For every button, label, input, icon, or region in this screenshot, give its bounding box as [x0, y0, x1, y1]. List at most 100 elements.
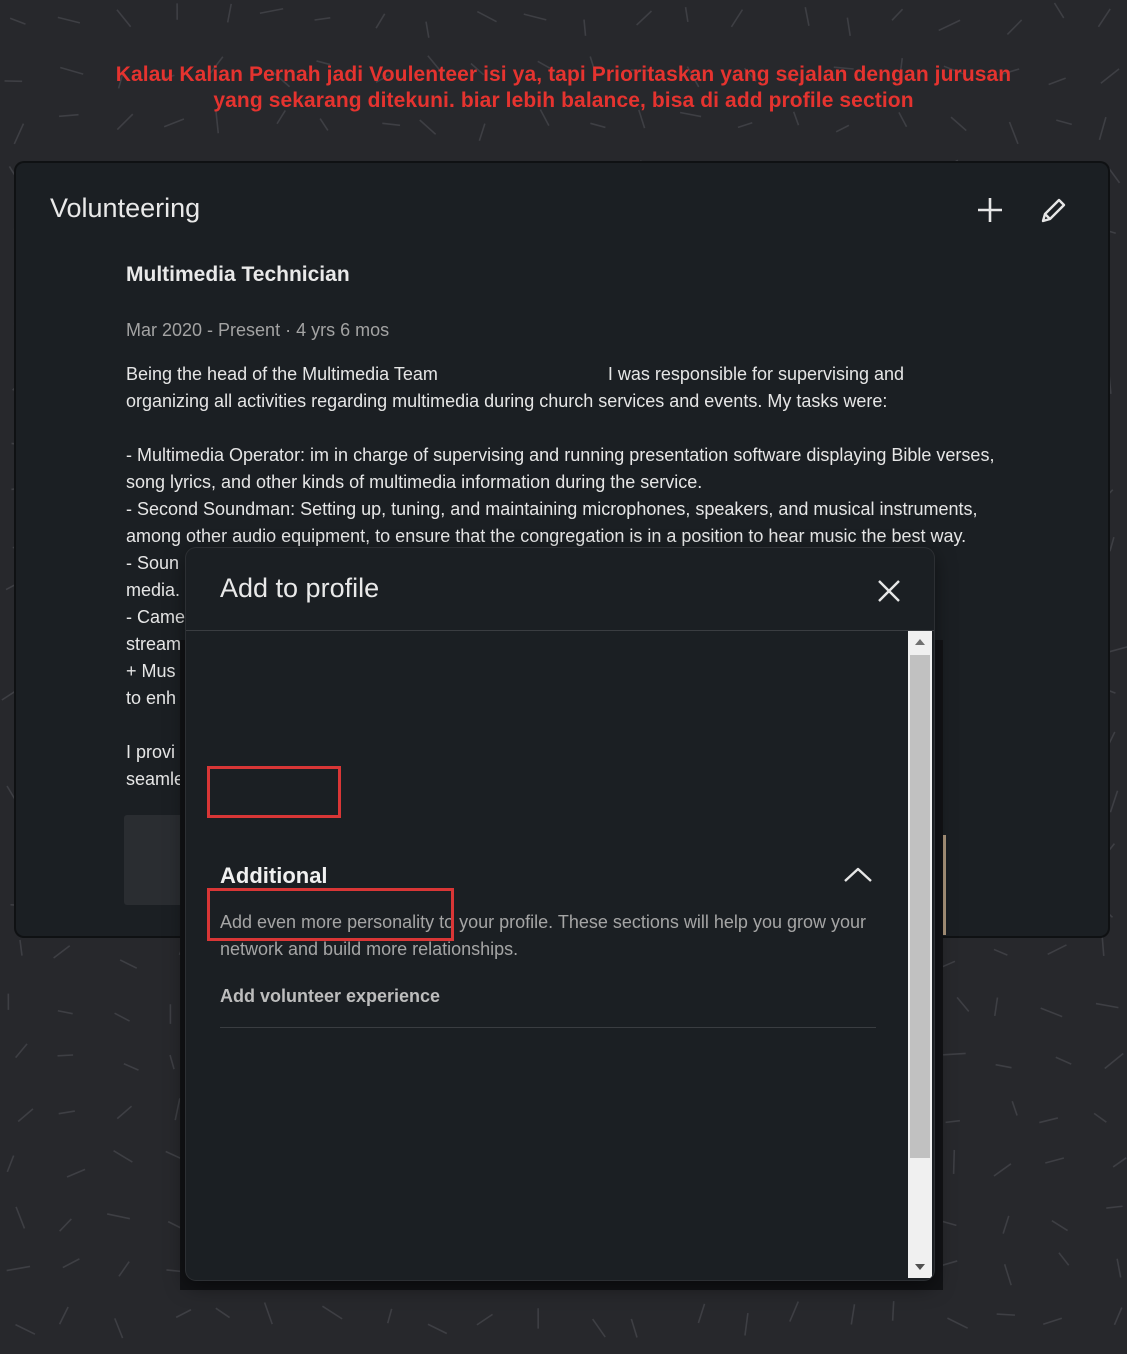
media-thumbnail[interactable]	[124, 815, 188, 905]
edit-volunteering-button[interactable]	[1036, 192, 1072, 228]
scroll-thumb[interactable]	[910, 655, 930, 1158]
pattern-dash	[15, 1323, 36, 1335]
pattern-dash	[425, 21, 430, 38]
pattern-dash	[19, 939, 23, 956]
pattern-dash	[1112, 1157, 1127, 1168]
pattern-dash	[13, 123, 25, 145]
pattern-dash	[59, 1218, 72, 1232]
pattern-dash	[950, 116, 967, 132]
pattern-dash	[993, 997, 999, 1017]
pattern-dash	[116, 113, 134, 131]
pattern-dash	[478, 123, 486, 141]
pattern-dash	[319, 118, 329, 131]
pattern-dash	[116, 9, 132, 28]
collapse-section-button[interactable]	[840, 857, 876, 893]
add-volunteering-button[interactable]	[972, 192, 1008, 228]
triangle-down-icon	[915, 1264, 925, 1270]
pattern-dash	[1097, 8, 1111, 28]
pattern-dash	[835, 124, 850, 133]
pattern-dash	[993, 948, 1008, 956]
pattern-dash	[523, 13, 547, 21]
modal-body: Additional Add even more personality to …	[186, 631, 906, 1280]
triangle-up-icon	[915, 639, 925, 645]
description-line: among other audio equipment, to ensure t…	[126, 526, 967, 546]
pattern-dash	[1058, 1252, 1070, 1266]
pattern-dash	[1006, 19, 1023, 36]
pattern-dash	[1056, 119, 1073, 126]
description-line: - Second Soundman: Setting up, tuning, a…	[126, 499, 978, 519]
pattern-dash	[891, 1301, 895, 1321]
pattern-dash	[1098, 116, 1107, 141]
pattern-dash	[1003, 1264, 1012, 1286]
pattern-dash	[226, 3, 233, 23]
close-button[interactable]	[872, 574, 906, 608]
pattern-dash	[57, 1054, 74, 1057]
pattern-dash	[952, 1149, 956, 1174]
pattern-dash	[945, 1119, 960, 1124]
pattern-dash	[1109, 536, 1115, 552]
modal-title: Add to profile	[220, 573, 380, 603]
pattern-dash	[850, 1304, 856, 1325]
pattern-dash	[630, 1318, 638, 1338]
pattern-dash	[476, 1313, 493, 1326]
pattern-dash	[106, 1213, 131, 1220]
pattern-dash	[1093, 1112, 1107, 1123]
pattern-dash	[1040, 1007, 1063, 1018]
pattern-dash	[116, 1105, 133, 1120]
pattern-dash	[1095, 1002, 1119, 1009]
pattern-dash	[1113, 1307, 1123, 1326]
pattern-dash	[1045, 1157, 1065, 1164]
annotation-line-1: Kalau Kalian Pernah jadi Voulenteer isi …	[115, 63, 1012, 86]
description-line	[126, 415, 1076, 442]
description-line: organizing all activities regarding mult…	[126, 391, 888, 411]
pattern-dash	[947, 1317, 969, 1329]
add-volunteer-experience-link[interactable]: Add volunteer experience	[220, 986, 440, 1007]
pattern-dash	[119, 959, 138, 969]
pattern-dash	[898, 111, 908, 128]
close-icon	[878, 580, 900, 602]
divider	[220, 1027, 876, 1028]
pattern-dash	[17, 1108, 34, 1123]
pattern-dash	[1011, 1100, 1018, 1116]
pattern-dash	[427, 1323, 448, 1335]
pattern-dash	[476, 10, 497, 23]
pattern-dash	[697, 1303, 706, 1324]
pattern-dash	[58, 1110, 75, 1115]
chevron-up-icon	[844, 867, 872, 882]
pattern-dash	[62, 1258, 80, 1269]
additional-section-heading[interactable]: Additional	[220, 863, 328, 889]
pattern-dash	[996, 1313, 1016, 1316]
pattern-dash	[15, 1206, 26, 1229]
instruction-annotation: Kalau Kalian Pernah jadi Voulenteer isi …	[60, 62, 1067, 114]
pattern-dash	[938, 19, 961, 32]
pattern-dash	[1116, 1258, 1122, 1278]
pattern-dash	[15, 1043, 28, 1059]
highlight-box-heading	[207, 766, 341, 818]
highlight-box-action	[207, 888, 454, 941]
pattern-dash	[419, 119, 437, 135]
pattern-dash	[1106, 1205, 1123, 1209]
pattern-dash	[1055, 1056, 1072, 1065]
description-line: song lyrics, and other kinds of multimed…	[126, 472, 703, 492]
pattern-dash	[1106, 731, 1116, 748]
pattern-dash	[804, 7, 810, 26]
modal-scrollbar[interactable]	[908, 631, 932, 1278]
pattern-dash	[386, 1308, 393, 1324]
pattern-dash	[382, 122, 401, 127]
pattern-dash	[943, 1052, 966, 1056]
pattern-dash	[259, 7, 284, 15]
pattern-dash	[6, 785, 17, 801]
pattern-dash	[1002, 1215, 1010, 1234]
pattern-dash	[1047, 944, 1067, 956]
pattern-dash	[744, 1312, 749, 1336]
pattern-dash	[66, 1168, 86, 1178]
pattern-dash	[1109, 646, 1127, 653]
pattern-dash	[1042, 1317, 1063, 1326]
scroll-down-button[interactable]	[908, 1256, 932, 1278]
screenshot-stage: Kalau Kalian Pernah jadi Voulenteer isi …	[0, 0, 1127, 1354]
pattern-dash	[9, 17, 26, 25]
scroll-up-button[interactable]	[908, 631, 932, 653]
description-line: - Multimedia Operator: im in charge of s…	[126, 445, 995, 465]
pattern-dash	[737, 121, 753, 129]
pattern-dash	[314, 16, 331, 21]
